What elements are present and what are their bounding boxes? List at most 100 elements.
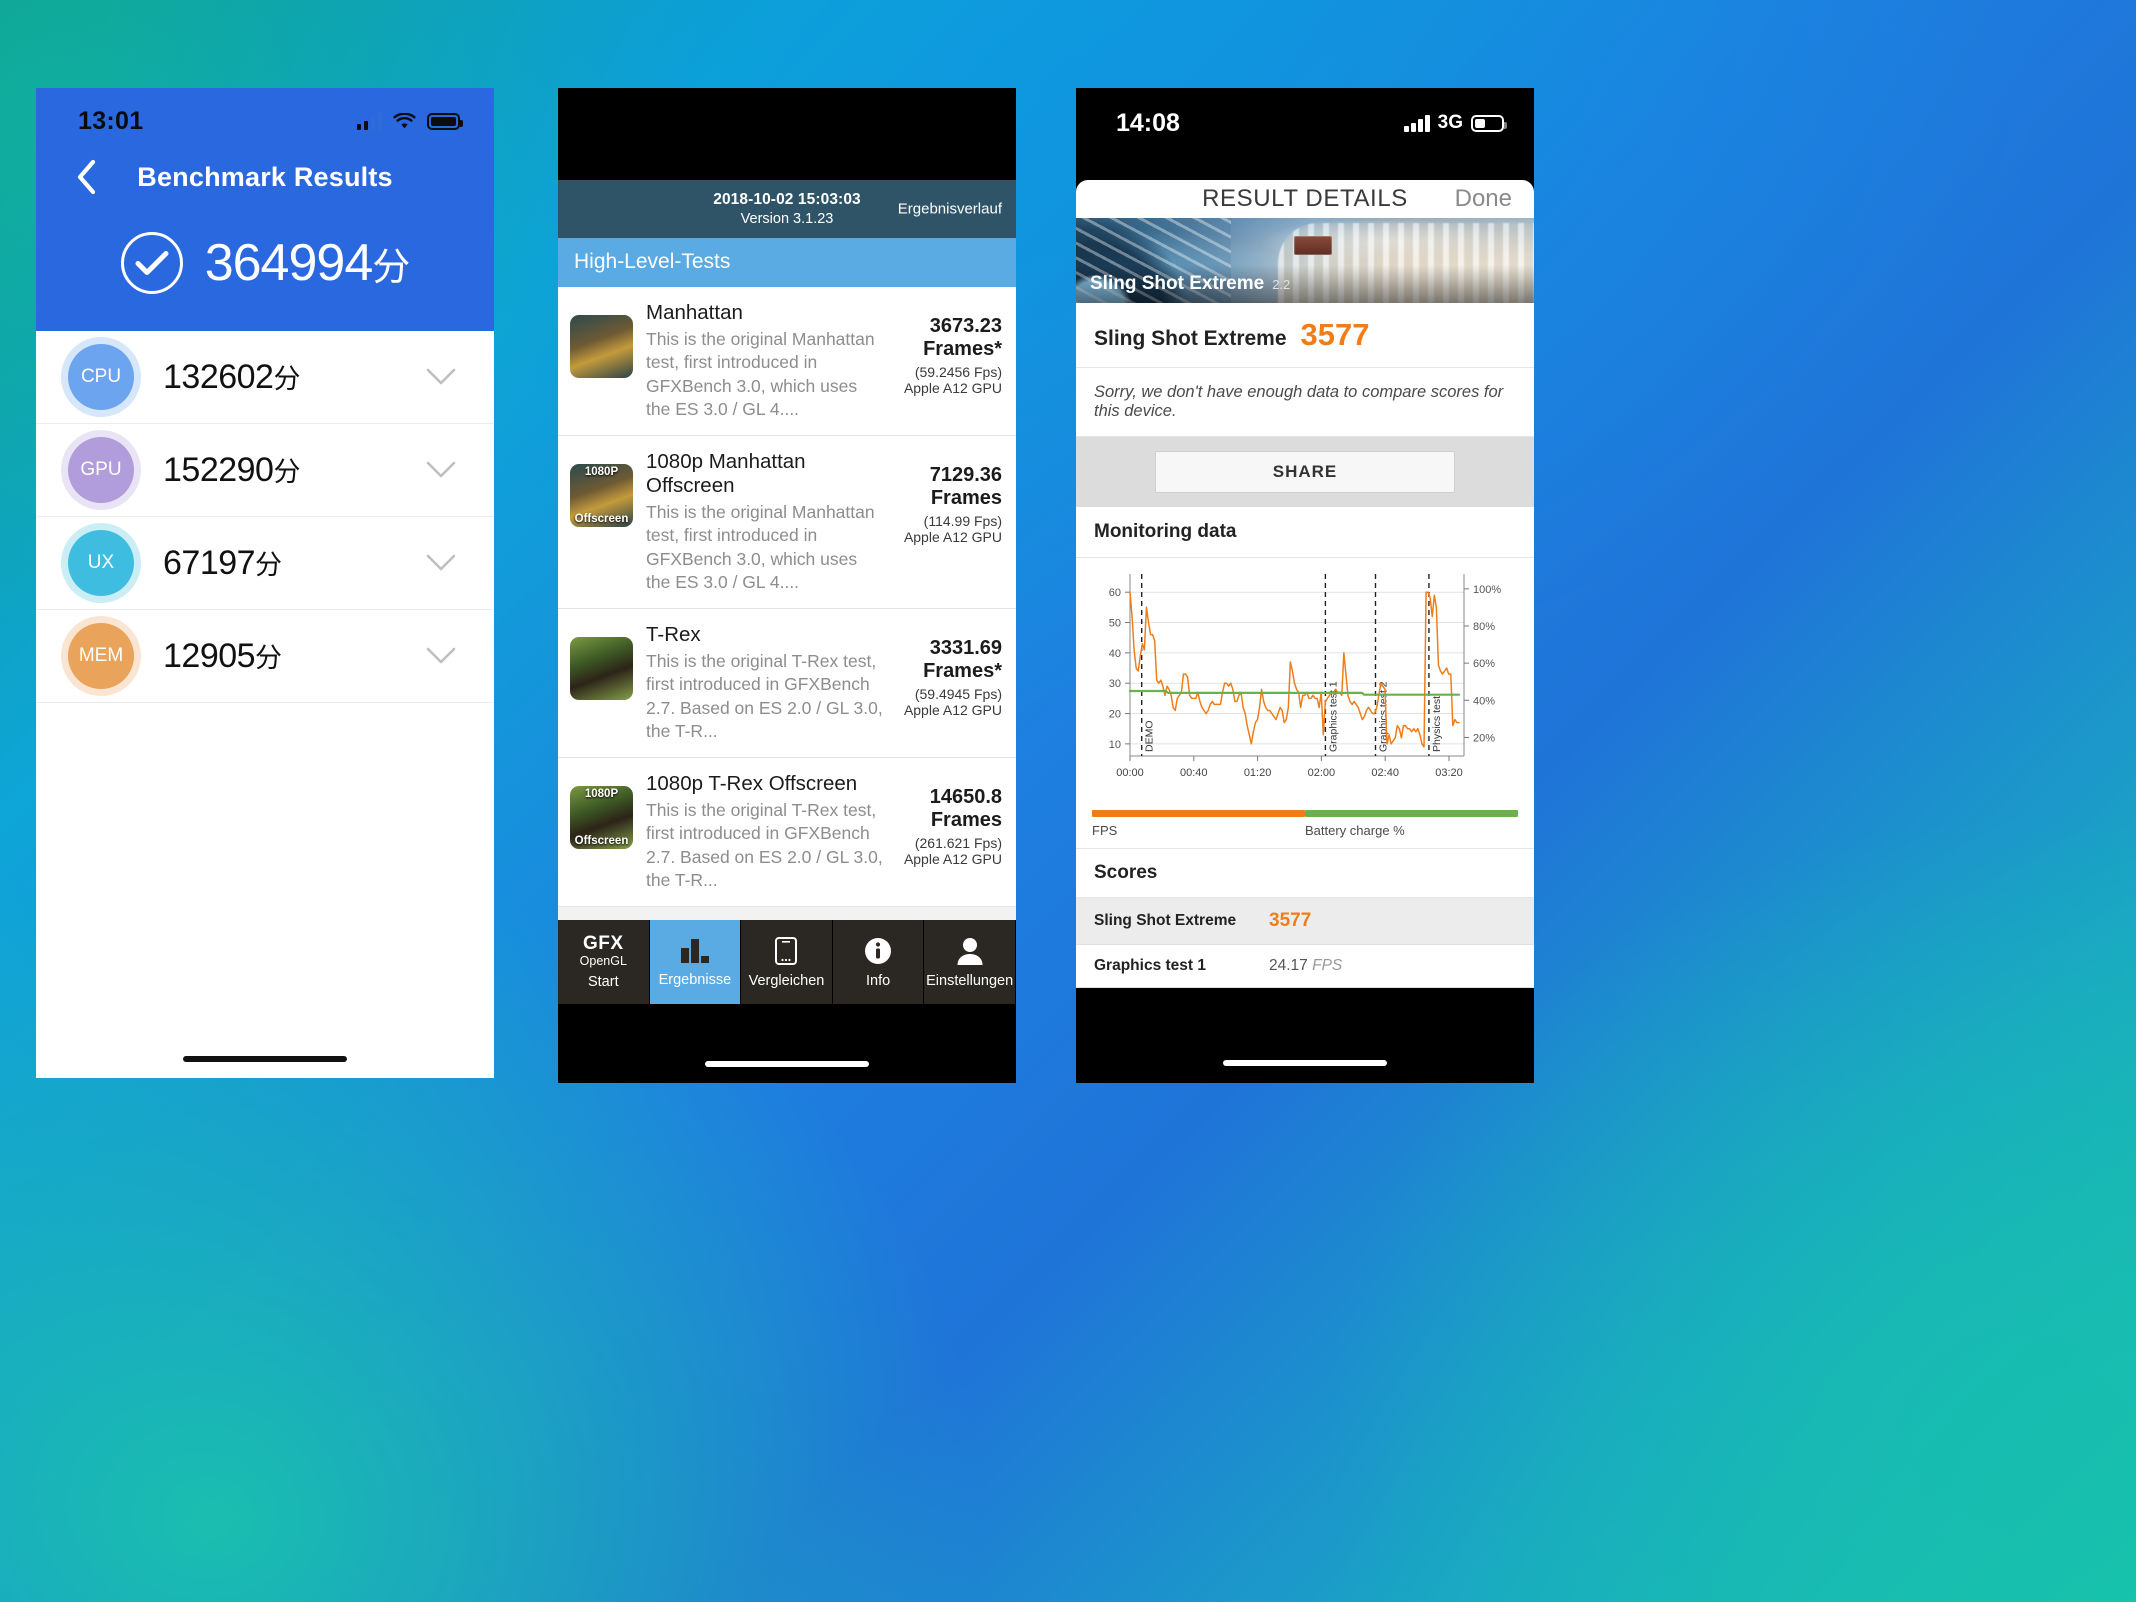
test-text: Manhattan This is the original Manhattan… [646, 301, 885, 421]
score-row-ux[interactable]: UX 67197分 [36, 517, 494, 610]
svg-text:03:20: 03:20 [1435, 767, 1463, 779]
test-thumbnail-manhattan-offscreen: 1080P Offscreen [570, 464, 633, 528]
svg-text:80%: 80% [1473, 621, 1495, 633]
bar-chart-icon [679, 937, 711, 965]
thumb-tag-bottom: Offscreen [574, 513, 629, 526]
test-description: This is the original Manhattan test, fir… [646, 502, 875, 592]
result-history-link[interactable]: Ergebnisverlauf [898, 201, 1002, 218]
tab-start[interactable]: GFX OpenGL Start [558, 920, 650, 1004]
test-frames: 14650.8 Frames [898, 786, 1002, 832]
gfxbench-header: 2018-10-02 15:03:03 Version 3.1.23 Ergeb… [558, 180, 1016, 238]
chevron-down-icon[interactable] [426, 647, 456, 665]
score-row-sling-shot: Sling Shot Extreme 3577 [1076, 898, 1534, 945]
score-row-label: Sling Shot Extreme [1094, 912, 1237, 929]
test-name: 1080p Manhattan Offscreen [646, 450, 806, 498]
score-row-value: 3577 [1269, 910, 1312, 931]
chevron-down-icon[interactable] [426, 368, 456, 386]
svg-text:100%: 100% [1473, 584, 1501, 596]
share-button[interactable]: SHARE [1155, 451, 1455, 493]
test-row[interactable]: Manhattan This is the original Manhattan… [558, 287, 1016, 437]
score-list: CPU 132602分 GPU 152290分 UX 67197分 MEM 12… [36, 331, 494, 703]
test-text: 1080p Manhattan Offscreen This is the or… [646, 450, 885, 594]
gpu-score-unit: 分 [273, 457, 300, 487]
score-row-value: 24.17 FPS [1269, 957, 1342, 975]
test-result: 7129.36 Frames (114.99 Fps) Apple A12 GPU [898, 450, 1002, 545]
check-circle-icon [120, 232, 183, 294]
svg-text:60: 60 [1109, 587, 1121, 599]
section-header: High-Level-Tests [558, 238, 1016, 287]
hero-caption: Sling Shot Extreme 2.2 [1076, 265, 1534, 303]
status-bar: 14:08 3G [1076, 88, 1534, 140]
svg-text:50: 50 [1109, 618, 1121, 630]
tab-ergebnisse[interactable]: Ergebnisse [649, 920, 742, 1004]
signal-bars-icon [1404, 114, 1430, 132]
status-time: 14:08 [1116, 108, 1180, 137]
done-button[interactable]: Done [1455, 185, 1512, 213]
test-gpu: Apple A12 GPU [903, 529, 1002, 546]
test-result: 3673.23 Frames* (59.2456 Fps) Apple A12 G… [898, 301, 1002, 396]
tab-label: Ergebnisse [658, 971, 732, 988]
back-button[interactable] [66, 157, 106, 197]
tab-einstellungen[interactable]: Einstellungen [924, 920, 1016, 1004]
info-circle-icon [863, 936, 893, 966]
status-icons: 3G [1404, 112, 1507, 134]
test-gpu: Apple A12 GPU [903, 851, 1002, 868]
svg-text:10: 10 [1109, 739, 1121, 751]
test-fps: (59.4945 Fps) [914, 686, 1002, 703]
phone-3dmark: 14:08 3G RESULT DETAILS Done Sling Shot … [1076, 88, 1534, 1083]
ux-score-unit: 分 [255, 550, 282, 580]
chart-legend: FPS Battery charge % [1076, 808, 1534, 848]
main-score-line: Sling Shot Extreme 3577 [1076, 303, 1534, 368]
test-text: 1080p T-Rex Offscreen This is the origin… [646, 772, 885, 892]
tab-info[interactable]: Info [833, 920, 925, 1004]
chevron-down-icon[interactable] [426, 554, 456, 572]
test-thumbnail-trex-offscreen: 1080P Offscreen [570, 786, 633, 850]
tab-bar-wrapper: GFX OpenGL Start Ergebnisse Vergleichen [558, 920, 1016, 1004]
frames-unit: Frames* [923, 338, 1002, 360]
total-score-value: 364994 [204, 234, 374, 292]
chevron-down-icon[interactable] [426, 461, 456, 479]
frames-unit: Frames [930, 487, 1002, 510]
test-description: This is the original T-Rex test, first i… [646, 651, 883, 741]
svg-text:00:40: 00:40 [1180, 767, 1208, 779]
frames-value: 3331.69 [929, 637, 1002, 660]
score-row-cpu[interactable]: CPU 132602分 [36, 331, 494, 424]
thumb-tag-top: 1080P [584, 466, 619, 479]
cpu-score-unit: 分 [273, 364, 300, 394]
ux-badge: UX [68, 530, 134, 596]
svg-text:20: 20 [1109, 709, 1121, 721]
signal-bars-icon [356, 112, 382, 130]
gfxbench-screen: 2018-10-02 15:03:03 Version 3.1.23 Ergeb… [558, 180, 1016, 1004]
home-indicator[interactable] [705, 1061, 869, 1067]
score-row-gpu[interactable]: GPU 152290分 [36, 424, 494, 517]
ux-score: 67197分 [163, 543, 282, 583]
tab-label: Vergleichen [748, 972, 825, 989]
tab-vergleichen[interactable]: Vergleichen [741, 920, 833, 1004]
total-score-unit: 分 [372, 247, 410, 289]
frames-value: 14650.8 [929, 786, 1002, 809]
score-row-unit: FPS [1312, 957, 1343, 974]
score-row-mem[interactable]: MEM 12905分 [36, 610, 494, 703]
legend-label-fps: FPS [1092, 823, 1118, 838]
test-gpu: Apple A12 GPU [903, 380, 1002, 396]
benchmark-hero-image: Sling Shot Extreme 2.2 [1076, 217, 1534, 303]
gpu-score-value: 152290 [163, 451, 274, 489]
test-row[interactable]: 1080P Offscreen 1080p T-Rex Offscreen Th… [558, 758, 1016, 908]
svg-text:30: 30 [1109, 678, 1121, 690]
total-score: 364994分 [204, 234, 411, 292]
gfx-opengl-logo-icon: GFX OpenGL [580, 934, 627, 968]
test-row[interactable]: 1080P Offscreen 1080p Manhattan Offscree… [558, 436, 1016, 610]
svg-text:40: 40 [1109, 648, 1121, 660]
svg-text:02:00: 02:00 [1308, 767, 1336, 779]
frames-value: 3673.23 [929, 315, 1002, 337]
test-thumbnail-trex [570, 637, 633, 701]
test-fps: (261.621 Fps) [914, 835, 1002, 852]
test-row[interactable]: T-Rex This is the original T-Rex test, f… [558, 609, 1016, 759]
main-score-label: Sling Shot Extreme [1094, 327, 1287, 350]
svg-text:60%: 60% [1473, 658, 1495, 670]
tab-bar: GFX OpenGL Start Ergebnisse Vergleichen [558, 920, 1016, 1004]
mem-badge: MEM [68, 623, 134, 689]
home-indicator[interactable] [183, 1056, 347, 1062]
legend-color-battery [1305, 810, 1518, 817]
home-indicator[interactable] [1223, 1060, 1387, 1066]
